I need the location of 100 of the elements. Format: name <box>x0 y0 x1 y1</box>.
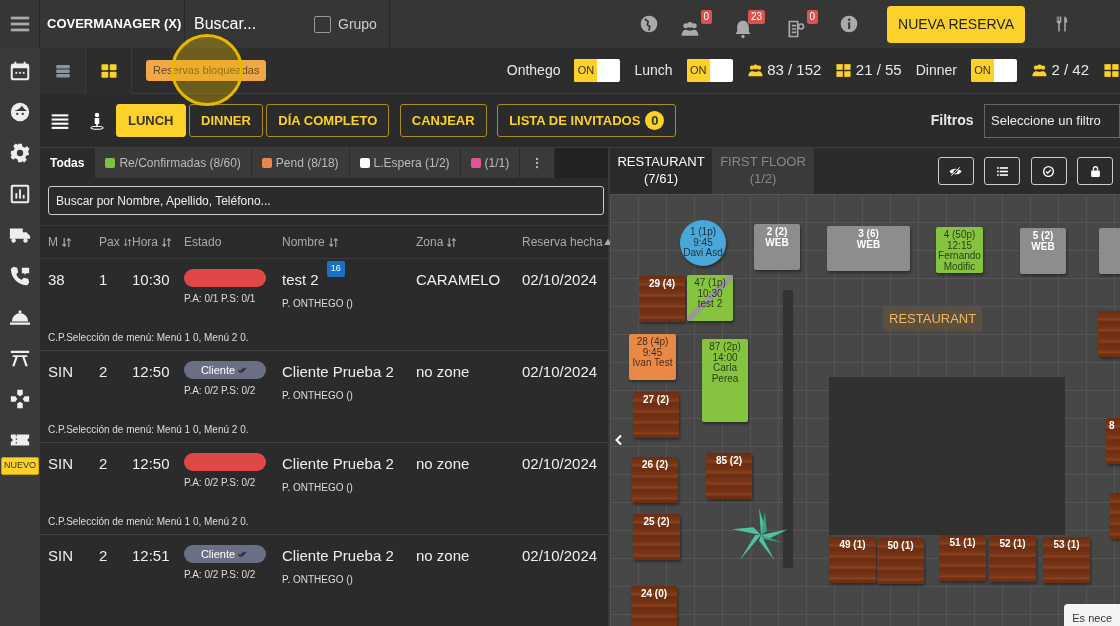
floor-table[interactable]: 49 (1) <box>829 537 876 583</box>
table-cell-text: no zone <box>416 454 471 474</box>
tool-button[interactable] <box>1077 157 1113 185</box>
table-cell-text: no zone <box>416 546 471 566</box>
table-cell-text: 2 <box>99 454 109 474</box>
toolbar-icon-button[interactable]: 0 <box>680 9 713 39</box>
column-header[interactable]: Pax <box>99 233 120 251</box>
floor-table[interactable]: 4 (50p) 12:15 Fernando Modific <box>936 227 983 273</box>
floor-table[interactable]: 29 (4) <box>639 276 685 322</box>
filter-tab[interactable]: Todas <box>40 148 96 178</box>
column-header[interactable]: M <box>48 233 58 251</box>
table-cell-text: 02/10/2024 <box>522 454 599 474</box>
status-pill[interactable] <box>184 453 266 471</box>
puzzle-icon <box>9 388 31 410</box>
toolbar-icon-button[interactable] <box>839 14 860 34</box>
table-cell-text: 10:30 <box>132 270 171 290</box>
sidebar-item[interactable] <box>9 101 31 123</box>
guest-count: 2 / 42 <box>1051 60 1089 81</box>
column-header[interactable]: Hora <box>132 233 158 251</box>
zone-label: RESTAURANT <box>883 307 983 331</box>
service-label: Dinner <box>915 61 957 80</box>
person-pin-icon <box>87 111 106 130</box>
filter-tab[interactable]: Pend (8/18) <box>251 148 350 178</box>
sidebar-item[interactable] <box>9 142 31 164</box>
view-toggle[interactable] <box>40 47 86 94</box>
toolbar-icon-button[interactable] <box>639 14 660 34</box>
status-pill[interactable]: Cliente <box>184 545 266 563</box>
floor-table[interactable]: 28 (4p) 9:45 Ivan Test <box>629 334 676 380</box>
status-pill[interactable] <box>184 269 266 287</box>
column-header[interactable]: Estado <box>184 233 222 251</box>
people-icon <box>1030 62 1048 79</box>
filter-tab[interactable]: L.Espera (1/2) <box>349 148 461 178</box>
floor-table[interactable]: 25 (2) <box>633 514 680 560</box>
floor-table[interactable]: 87 (2p) 14:00 Carla Perea <box>702 339 748 422</box>
toolbar-icon-button[interactable]: 23 <box>733 9 766 39</box>
search-field[interactable]: Buscar por Nombre, Apellido, Teléfono... <box>48 186 604 215</box>
column-header[interactable]: Nombre <box>282 233 325 251</box>
search-field[interactable]: Buscar... <box>192 11 307 37</box>
column-header[interactable]: Reserva hecha <box>522 233 603 251</box>
floor-table[interactable]: 85 (2) <box>706 453 752 499</box>
blocked-tag[interactable]: Reservas bloqueadas <box>146 60 267 81</box>
floor-table[interactable]: 52 (1) <box>989 536 1036 582</box>
table-cell-text: SIN <box>48 454 74 474</box>
service-label: Lunch <box>634 61 673 80</box>
shift-button[interactable]: DÍA COMPLETO <box>266 103 390 138</box>
toggle-switch[interactable]: ON <box>970 59 1017 82</box>
status-pill[interactable]: Cliente <box>184 361 266 379</box>
guest-name[interactable]: test 2 <box>282 269 319 292</box>
floor-table[interactable]: 51 (1) <box>939 535 986 581</box>
shift-button[interactable]: DINNER <box>189 103 263 138</box>
floor-table[interactable]: 8 <box>1106 418 1120 464</box>
table-cell-text: CARAMELO <box>416 270 502 290</box>
tool-button[interactable] <box>937 157 974 185</box>
table-cell-text: no zone <box>416 362 471 382</box>
settings-icon <box>9 142 31 164</box>
filter-select[interactable]: Seleccione un filtro <box>984 103 1120 138</box>
view-toggle[interactable] <box>86 47 132 94</box>
sidebar-item[interactable] <box>9 183 31 205</box>
floor-table[interactable]: 24 (0) <box>631 586 677 626</box>
tool-button[interactable] <box>984 157 1020 185</box>
guest-name[interactable]: Cliente Prueba 2 <box>282 545 394 568</box>
count-badge: 0 <box>700 9 713 24</box>
tool-button[interactable] <box>1030 157 1067 185</box>
lock-icon <box>1088 164 1102 178</box>
floor-table[interactable]: 53 (1) <box>1043 537 1090 583</box>
guest-name[interactable]: Cliente Prueba 2 <box>282 453 394 476</box>
floor-table[interactable]: 26 (2) <box>632 457 678 503</box>
new-reservation-button[interactable]: NUEVA RESERVA <box>887 5 1025 43</box>
table-cell-text: 1 <box>99 270 109 290</box>
action-button[interactable]: CANJEAR <box>399 103 487 138</box>
filter-tab[interactable]: Re/Confirmadas (8/60) <box>95 148 252 178</box>
sidebar-item[interactable] <box>9 60 31 82</box>
filter-tab[interactable]: (1/1) <box>460 148 521 178</box>
people-icon <box>746 62 764 79</box>
sidebar-item[interactable]: NUEVO <box>1 429 39 475</box>
payment-info: P.A: 0/1 P.S: 0/1 <box>184 292 257 306</box>
group-checkbox[interactable] <box>314 15 331 33</box>
toggle-switch[interactable]: ON <box>574 59 621 82</box>
action-button[interactable]: LISTA DE INVITADOS 0 <box>497 103 677 138</box>
shift-button[interactable]: LUNCH <box>116 103 186 138</box>
column-header[interactable]: Zona <box>416 233 444 251</box>
origin-text: P. ONTHEGO () <box>282 480 354 495</box>
toggle-switch[interactable]: ON <box>686 59 733 82</box>
table-cell-text: 2 <box>99 362 109 382</box>
brand-title[interactable]: COVERMANAGER (X) <box>47 14 182 34</box>
toolbar-icon-button[interactable]: 0 <box>786 9 819 39</box>
guest-name[interactable]: Cliente Prueba 2 <box>282 361 394 384</box>
origin-text: P. ONTHEGO () <box>282 296 354 311</box>
floor-table[interactable]: 50 (1) <box>877 538 924 584</box>
sidebar-item[interactable] <box>9 265 31 287</box>
table-grid-icon <box>1103 62 1120 79</box>
payment-info: P.A: 0/2 P.S: 0/2 <box>184 476 257 490</box>
floor-table[interactable]: 1 (1p) 9:45 Davi Asd <box>680 220 726 266</box>
grid-icon <box>99 61 118 80</box>
floor-table[interactable]: 27 (2) <box>633 392 679 438</box>
table-cell-text: 12:50 <box>132 454 171 474</box>
guest-count: 83 / 152 <box>767 60 822 81</box>
table-cell-text: 38 <box>48 270 66 290</box>
person-button[interactable] <box>87 111 106 130</box>
sidebar-item[interactable] <box>9 388 31 410</box>
